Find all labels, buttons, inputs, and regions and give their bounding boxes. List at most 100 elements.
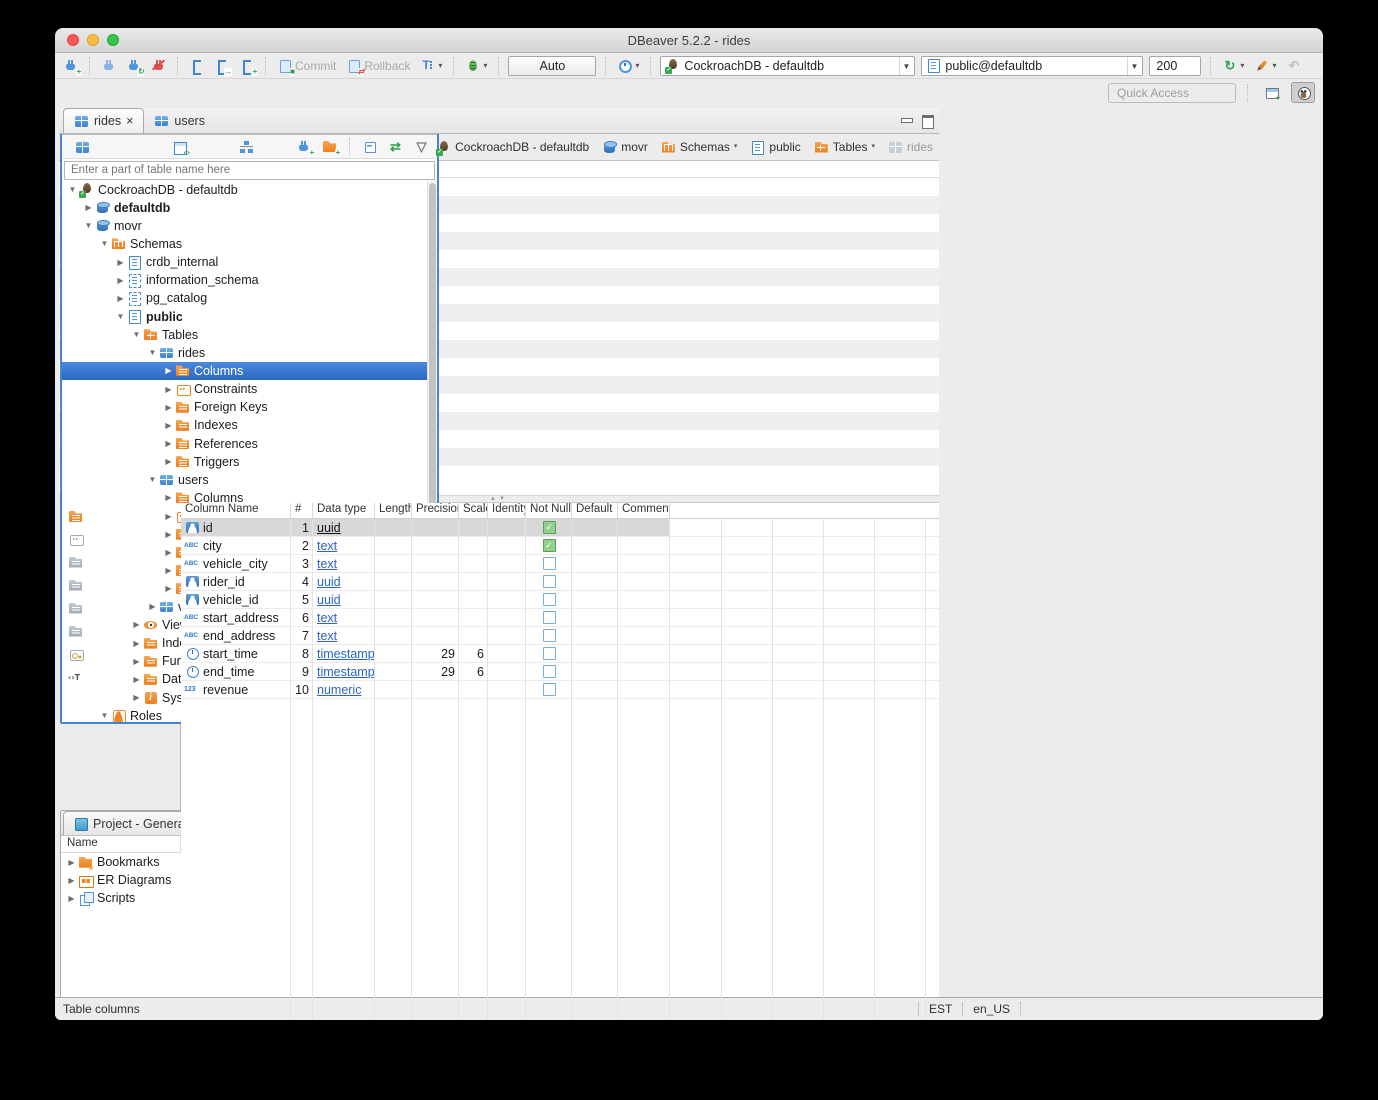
cell-column-name[interactable]: end_time: [181, 663, 291, 680]
grid-row-id[interactable]: id1uuid✓: [181, 519, 939, 537]
cell-identity[interactable]: [488, 591, 526, 608]
tree-expander[interactable]: ▶: [162, 493, 175, 502]
commit-button[interactable]: ■Commit: [275, 57, 338, 74]
data-type-link[interactable]: uuid: [317, 593, 341, 607]
connect-new-button[interactable]: +: [294, 138, 313, 155]
cell-length[interactable]: [375, 555, 412, 572]
grid-row-rider_id[interactable]: rider_id4uuid: [181, 573, 939, 591]
cell-ordinal[interactable]: 4: [291, 573, 313, 590]
cell-identity[interactable]: [488, 537, 526, 554]
grid-header-data-type[interactable]: Data type: [313, 503, 375, 518]
grid-row-vehicle_id[interactable]: vehicle_id5uuid: [181, 591, 939, 609]
cell-precision[interactable]: [412, 573, 459, 590]
cell-identity[interactable]: [488, 573, 526, 590]
schema-selector[interactable]: public@defaultdb▼: [921, 56, 1143, 76]
column-header-name[interactable]: Name: [61, 836, 181, 852]
cell-comment[interactable]: [618, 609, 670, 626]
cell-data-type[interactable]: numeric: [313, 681, 375, 698]
tree-item-constraints[interactable]: ▶Constraints: [62, 380, 437, 398]
auto-commit-button[interactable]: Auto: [508, 56, 596, 76]
tree-item-columns[interactable]: ▶Columns: [62, 362, 437, 380]
cell-precision[interactable]: [412, 681, 459, 698]
breadcrumb-item-rides[interactable]: rides: [888, 140, 933, 155]
tree-expander[interactable]: ▼: [130, 330, 143, 339]
tree-item-users[interactable]: ▼users: [62, 471, 437, 489]
checkbox-unchecked[interactable]: [543, 611, 556, 624]
cell-ordinal[interactable]: 7: [291, 627, 313, 644]
minimize-window-button[interactable]: [87, 34, 99, 46]
cell-not-null[interactable]: [526, 663, 572, 680]
tree-expander[interactable]: ▶: [162, 566, 175, 575]
tree-expander[interactable]: ▼: [114, 312, 127, 321]
cell-precision[interactable]: 29: [412, 663, 459, 680]
cell-comment[interactable]: [618, 555, 670, 572]
cell-identity[interactable]: [488, 645, 526, 662]
breadcrumb-item-movr[interactable]: movr: [602, 140, 648, 155]
cell-comment[interactable]: [618, 537, 670, 554]
grid-row-vehicle_city[interactable]: vehicle_city3text: [181, 555, 939, 573]
cell-ordinal[interactable]: 2: [291, 537, 313, 554]
tree-expander[interactable]: ▶: [130, 620, 143, 629]
tree-expander[interactable]: ▶: [162, 457, 175, 466]
cell-scale[interactable]: [459, 573, 488, 590]
tree-expander[interactable]: ▶: [114, 258, 127, 267]
cell-column-name[interactable]: start_time: [181, 645, 291, 662]
cell-data-type[interactable]: uuid: [313, 591, 375, 608]
open-perspective-button[interactable]: [1259, 82, 1283, 103]
cell-precision[interactable]: [412, 609, 459, 626]
cell-precision[interactable]: 29: [412, 645, 459, 662]
cell-precision[interactable]: [412, 555, 459, 572]
tree-expander[interactable]: ▶: [162, 584, 175, 593]
connect-new-button[interactable]: +: [61, 57, 80, 74]
refresh-button[interactable]: ↻▾: [1220, 57, 1246, 74]
cell-data-type[interactable]: text: [313, 555, 375, 572]
grid-row-end_time[interactable]: end_time9timestamp296: [181, 663, 939, 681]
tree-item-pg-catalog[interactable]: ▶pg_catalog: [62, 289, 437, 307]
reconnect-button[interactable]: ↻: [124, 57, 143, 74]
checkbox-unchecked[interactable]: [543, 575, 556, 588]
tree-expander[interactable]: ▶: [162, 403, 175, 412]
grid-header-precision[interactable]: Precision: [412, 503, 459, 518]
cell-ordinal[interactable]: 3: [291, 555, 313, 572]
debug-button[interactable]: ▾: [463, 57, 489, 74]
grid-header-identity[interactable]: Identity: [488, 503, 526, 518]
cell-ordinal[interactable]: 8: [291, 645, 313, 662]
cell-column-name[interactable]: revenue: [181, 681, 291, 698]
cell-scale[interactable]: [459, 555, 488, 572]
tree-expander[interactable]: ▶: [114, 294, 127, 303]
connect-button[interactable]: [99, 57, 118, 74]
cell-scale[interactable]: [459, 519, 488, 536]
sql-console-button[interactable]: →: [212, 57, 231, 74]
tree-expander[interactable]: ▶: [130, 639, 143, 648]
checkbox-unchecked[interactable]: [543, 683, 556, 696]
tree-item-schemas[interactable]: ▼Schemas: [62, 235, 437, 253]
grid-row-city[interactable]: city2text✓: [181, 537, 939, 555]
cell-default[interactable]: [572, 681, 618, 698]
data-type-link[interactable]: uuid: [317, 575, 341, 589]
cell-scale[interactable]: [459, 627, 488, 644]
checkbox-checked[interactable]: ✓: [543, 539, 556, 552]
grid-row-revenue[interactable]: revenue10numeric: [181, 681, 939, 699]
pen-button[interactable]: ▾: [1252, 57, 1278, 74]
tree-expander[interactable]: ▶: [65, 876, 78, 885]
view-menu-button[interactable]: ▽: [412, 138, 431, 155]
cell-identity[interactable]: [488, 627, 526, 644]
undo-button[interactable]: ↶: [1284, 57, 1303, 74]
cell-not-null[interactable]: [526, 555, 572, 572]
cell-column-name[interactable]: city: [181, 537, 291, 554]
cell-not-null[interactable]: [526, 591, 572, 608]
cell-comment[interactable]: [618, 519, 670, 536]
tree-expander[interactable]: ▶: [162, 548, 175, 557]
cell-length[interactable]: [375, 663, 412, 680]
cell-comment[interactable]: [618, 663, 670, 680]
cell-not-null[interactable]: [526, 573, 572, 590]
tree-expander[interactable]: ▼: [146, 475, 159, 484]
tree-expander[interactable]: ▶: [162, 512, 175, 521]
cell-not-null[interactable]: [526, 627, 572, 644]
history-button[interactable]: ▾: [615, 57, 641, 74]
titlebar[interactable]: DBeaver 5.2.2 - rides: [55, 28, 1323, 53]
breadcrumb-item-public[interactable]: public: [750, 140, 800, 155]
grid-header-column-name[interactable]: Column Name: [181, 503, 291, 518]
cell-comment[interactable]: [618, 627, 670, 644]
cell-identity[interactable]: [488, 609, 526, 626]
